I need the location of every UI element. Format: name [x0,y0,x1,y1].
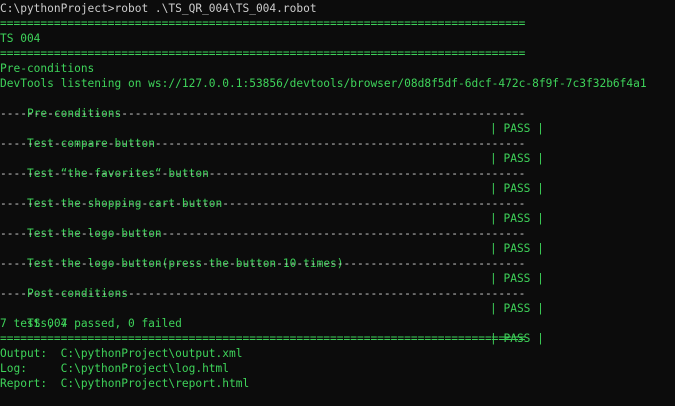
test-row: Test compare button | PASS | [0,121,675,165]
separator-single: ----------------------------------------… [0,107,526,120]
report-path: Report: C:\pythonProject\report.html [0,377,250,390]
test-row: Test the shopping cart button | PASS | [0,181,675,225]
separator-double: ========================================… [0,47,526,60]
devtools-line: DevTools listening on ws://127.0.0.1:538… [0,77,647,90]
test-row: Pre-conditions | PASS | [0,91,675,135]
output-path: Output: C:\pythonProject\output.xml [0,347,243,360]
separator-single: ----------------------------------------… [0,287,526,300]
test-row: Test the logo button(press the button 10… [0,241,675,285]
test-row: Post-conditions | PASS | [0,271,675,315]
command-prompt: C:\pythonProject>robot .\TS_QR_004\TS_00… [0,2,317,15]
summary-line: 7 tests, 7 passed, 0 failed [0,317,182,330]
test-row: Test the logo button | PASS | [0,211,675,255]
separator-single: ----------------------------------------… [0,137,526,150]
suite-result-row: TS 004 | PASS | [0,301,675,345]
separator-single: ----------------------------------------… [0,167,526,180]
terminal-window[interactable]: C:\pythonProject>robot .\TS_QR_004\TS_00… [0,0,675,406]
separator-double: ========================================… [0,332,526,345]
separator-double: ========================================… [0,17,526,30]
setup-header: Pre-conditions [0,62,95,75]
log-path: Log: C:\pythonProject\log.html [0,362,230,375]
test-row: Test “the favorites“ button | PASS | [0,151,675,195]
separator-single: ----------------------------------------… [0,227,526,240]
separator-single: ----------------------------------------… [0,257,526,270]
separator-single: ----------------------------------------… [0,197,526,210]
suite-name: TS 004 [0,32,41,45]
